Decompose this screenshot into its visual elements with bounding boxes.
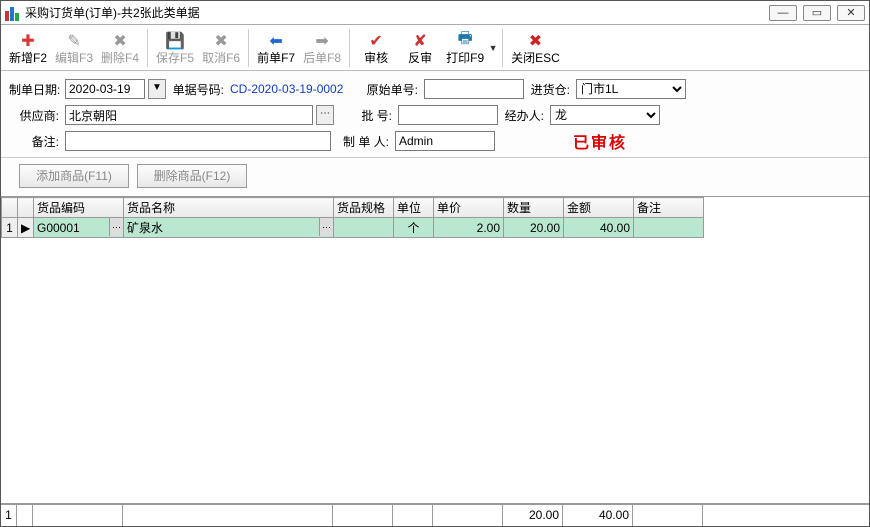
close-button[interactable]: ✖ 关闭ESC [507, 29, 564, 67]
new-button[interactable]: ✚ 新增F2 [5, 29, 51, 67]
main-toolbar: ✚ 新增F2 ✎ 编辑F3 ✖ 删除F4 💾 保存F5 ✖ 取消F6 ⬅ 前单F… [1, 25, 869, 71]
row-indicator-header [2, 198, 18, 218]
col-remark[interactable]: 备注 [634, 198, 704, 218]
window-title: 采购订货单(订单)-共2张此类单据 [25, 4, 769, 21]
table-row[interactable]: 1 ▶ ⋯ ⋯ 个 2.00 20.00 40.00 [2, 218, 869, 238]
date-label: 制单日期: [9, 81, 61, 98]
title-bar: 采购订货单(订单)-共2张此类单据 — ▭ ✕ [1, 1, 869, 25]
maker-label: 制 单 人: [335, 133, 391, 150]
prev-button[interactable]: ⬅ 前单F7 [253, 29, 299, 67]
window-frame: 采购订货单(订单)-共2张此类单据 — ▭ ✕ ✚ 新增F2 ✎ 编辑F3 ✖ … [0, 0, 870, 527]
print-button[interactable]: 🖶 打印F9 [442, 29, 488, 67]
code-lookup-icon[interactable]: ⋯ [109, 218, 123, 236]
arrow-right-icon: ➡ [303, 31, 341, 51]
col-unit[interactable]: 单位 [394, 198, 434, 218]
close-icon: ✖ [511, 31, 560, 51]
close-window-button[interactable]: ✕ [837, 5, 865, 21]
orig-input[interactable] [424, 79, 524, 99]
cell-spec[interactable] [334, 218, 394, 238]
print-icon: 🖶 [446, 31, 484, 51]
col-code[interactable]: 货品编码 [34, 198, 124, 218]
window-buttons: — ▭ ✕ [769, 5, 865, 21]
cell-unit[interactable]: 个 [394, 218, 434, 238]
next-button[interactable]: ➡ 后单F8 [299, 29, 345, 67]
maximize-button[interactable]: ▭ [803, 5, 831, 21]
footer-amount: 40.00 [563, 505, 633, 526]
row-index: 1 [2, 218, 18, 238]
save-button[interactable]: 💾 保存F5 [152, 29, 198, 67]
grid-footer: 1 20.00 40.00 [1, 504, 869, 526]
minimize-button[interactable]: — [769, 5, 797, 21]
date-input[interactable] [65, 79, 145, 99]
cancel-icon: ✖ [202, 31, 240, 51]
print-dropdown[interactable]: ▼ [488, 28, 498, 68]
delete-item-button[interactable]: 删除商品(F12) [137, 164, 247, 188]
supplier-label: 供应商: [9, 107, 61, 124]
col-qty[interactable]: 数量 [504, 198, 564, 218]
status-badge: 已审核 [573, 129, 627, 153]
app-icon [5, 5, 21, 21]
cell-code[interactable]: ⋯ [34, 218, 124, 238]
cell-price[interactable]: 2.00 [434, 218, 504, 238]
col-spec[interactable]: 货品规格 [334, 198, 394, 218]
cell-amount[interactable]: 40.00 [564, 218, 634, 238]
items-grid: 货品编码 货品名称 货品规格 单位 单价 数量 金额 备注 1 ▶ [1, 196, 869, 504]
code-label: 单据号码: [170, 81, 226, 98]
orig-label: 原始单号: [364, 81, 420, 98]
supplier-lookup[interactable]: ⋯ [316, 105, 334, 125]
audit-icon: ✔ [358, 31, 394, 51]
item-actions: 添加商品(F11) 删除商品(F12) [1, 158, 869, 196]
edit-icon: ✎ [55, 31, 93, 51]
date-dropdown[interactable]: ▼ [148, 79, 166, 99]
agent-label: 经办人: [502, 107, 546, 124]
save-icon: 💾 [156, 31, 194, 51]
col-amount[interactable]: 金额 [564, 198, 634, 218]
warehouse-select[interactable]: 门市1L [576, 79, 686, 99]
remark-label: 备注: [9, 133, 61, 150]
maker-input[interactable] [395, 131, 495, 151]
row-marker-icon: ▶ [18, 218, 34, 238]
remark-input[interactable] [65, 131, 331, 151]
arrow-left-icon: ⬅ [257, 31, 295, 51]
name-lookup-icon[interactable]: ⋯ [319, 218, 333, 236]
row-marker-header [18, 198, 34, 218]
warehouse-label: 进货仓: [528, 81, 572, 98]
col-price[interactable]: 单价 [434, 198, 504, 218]
add-item-button[interactable]: 添加商品(F11) [19, 164, 129, 188]
batch-label: 批 号: [338, 107, 394, 124]
code-cell-input[interactable] [37, 219, 120, 237]
cell-remark[interactable] [634, 218, 704, 238]
unaudit-icon: ✘ [402, 31, 438, 51]
table-header-row: 货品编码 货品名称 货品规格 单位 单价 数量 金额 备注 [2, 198, 869, 218]
footer-qty: 20.00 [503, 505, 563, 526]
audit-button[interactable]: ✔ 审核 [354, 29, 398, 67]
cell-qty[interactable]: 20.00 [504, 218, 564, 238]
form-panel: 制单日期: ▼ 单据号码: CD-2020-03-19-0002 原始单号: 进… [1, 71, 869, 158]
delete-icon: ✖ [101, 31, 139, 51]
col-name[interactable]: 货品名称 [124, 198, 334, 218]
code-value: CD-2020-03-19-0002 [230, 82, 360, 96]
unaudit-button[interactable]: ✘ 反审 [398, 29, 442, 67]
edit-button[interactable]: ✎ 编辑F3 [51, 29, 97, 67]
supplier-input[interactable] [65, 105, 313, 125]
delete-button[interactable]: ✖ 删除F4 [97, 29, 143, 67]
items-table: 货品编码 货品名称 货品规格 单位 单价 数量 金额 备注 1 ▶ [1, 197, 869, 238]
cell-name[interactable]: ⋯ [124, 218, 334, 238]
cancel-button[interactable]: ✖ 取消F6 [198, 29, 244, 67]
name-cell-input[interactable] [127, 219, 330, 237]
agent-select[interactable]: 龙 [550, 105, 660, 125]
footer-index: 1 [1, 505, 17, 526]
plus-icon: ✚ [9, 31, 47, 51]
batch-input[interactable] [398, 105, 498, 125]
